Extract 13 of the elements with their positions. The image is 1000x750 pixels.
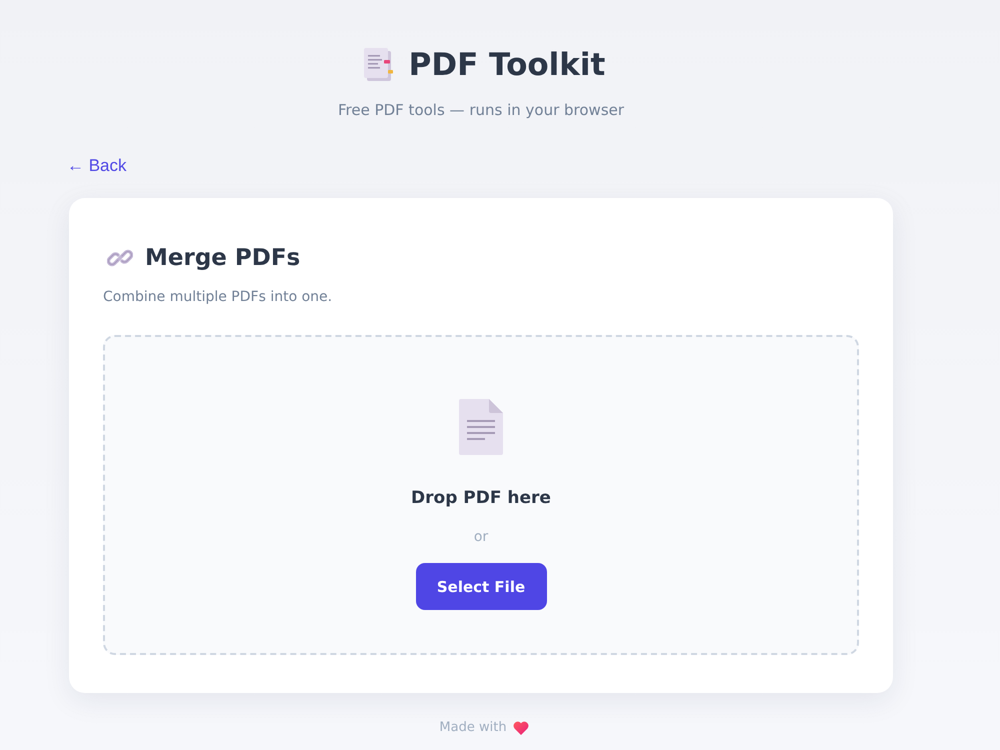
back-link[interactable]: ← Back [67, 156, 127, 176]
card-description: Combine multiple PDFs into one. [103, 288, 334, 307]
documents-icon [362, 47, 395, 83]
card-title: Merge PDFs [145, 244, 300, 273]
drop-zone[interactable]: Drop PDF here or Select File [103, 335, 859, 655]
drop-prompt: Drop PDF here [411, 487, 551, 509]
app-subtitle: Free PDF tools — runs in your browser [338, 100, 624, 120]
select-file-button[interactable]: Select File [416, 563, 546, 610]
document-icon [459, 399, 503, 455]
footer-text: Made with [439, 719, 507, 737]
heart-icon [512, 721, 529, 735]
separator-text: or [474, 528, 488, 547]
app-title: PDF Toolkit [408, 46, 606, 85]
